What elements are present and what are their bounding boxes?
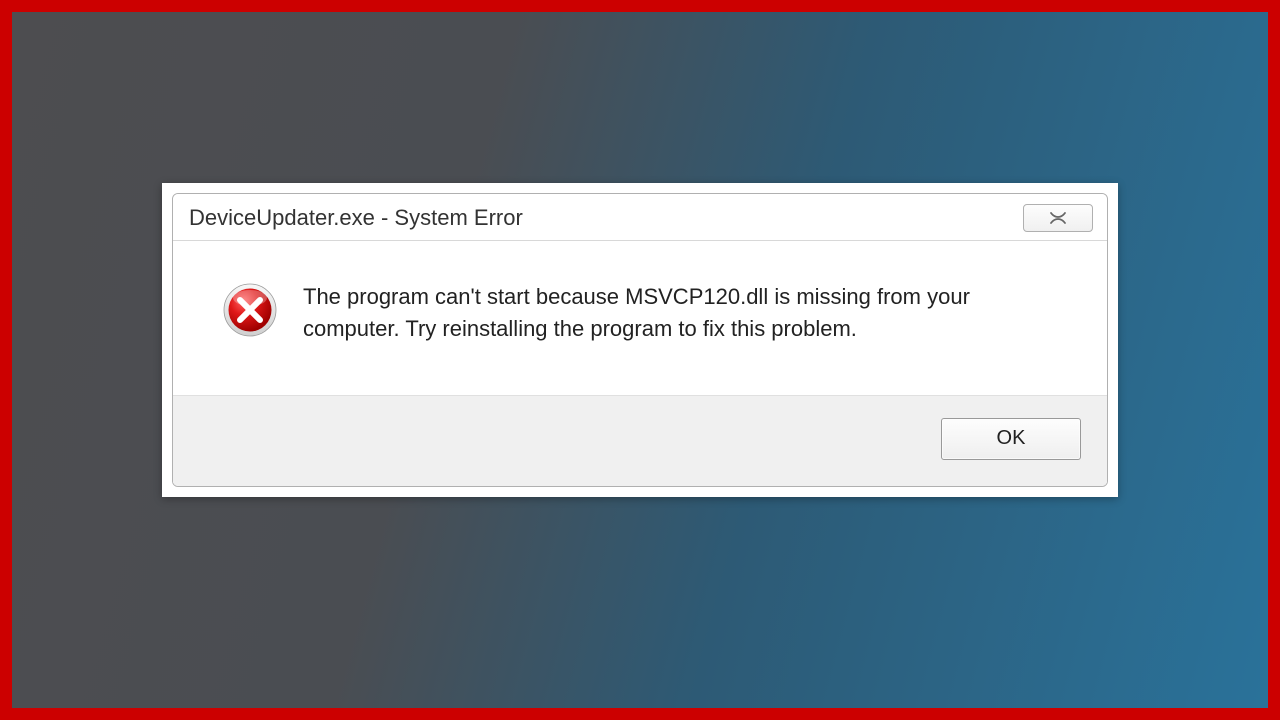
close-icon	[1048, 211, 1068, 225]
ok-button[interactable]: OK	[941, 418, 1081, 460]
dialog-title: DeviceUpdater.exe - System Error	[189, 205, 523, 231]
error-icon	[223, 283, 277, 337]
dialog-content: The program can't start because MSVCP120…	[173, 240, 1107, 486]
page-border: DeviceUpdater.exe - System Error	[0, 0, 1280, 720]
message-row: The program can't start because MSVCP120…	[173, 241, 1107, 395]
error-dialog: DeviceUpdater.exe - System Error	[172, 193, 1108, 487]
background: DeviceUpdater.exe - System Error	[12, 12, 1268, 708]
dialog-titlebar[interactable]: DeviceUpdater.exe - System Error	[173, 194, 1107, 240]
dialog-outer-padding: DeviceUpdater.exe - System Error	[162, 183, 1118, 497]
error-message: The program can't start because MSVCP120…	[303, 279, 1057, 345]
dialog-button-bar: OK	[173, 395, 1107, 486]
close-button[interactable]	[1023, 204, 1093, 232]
